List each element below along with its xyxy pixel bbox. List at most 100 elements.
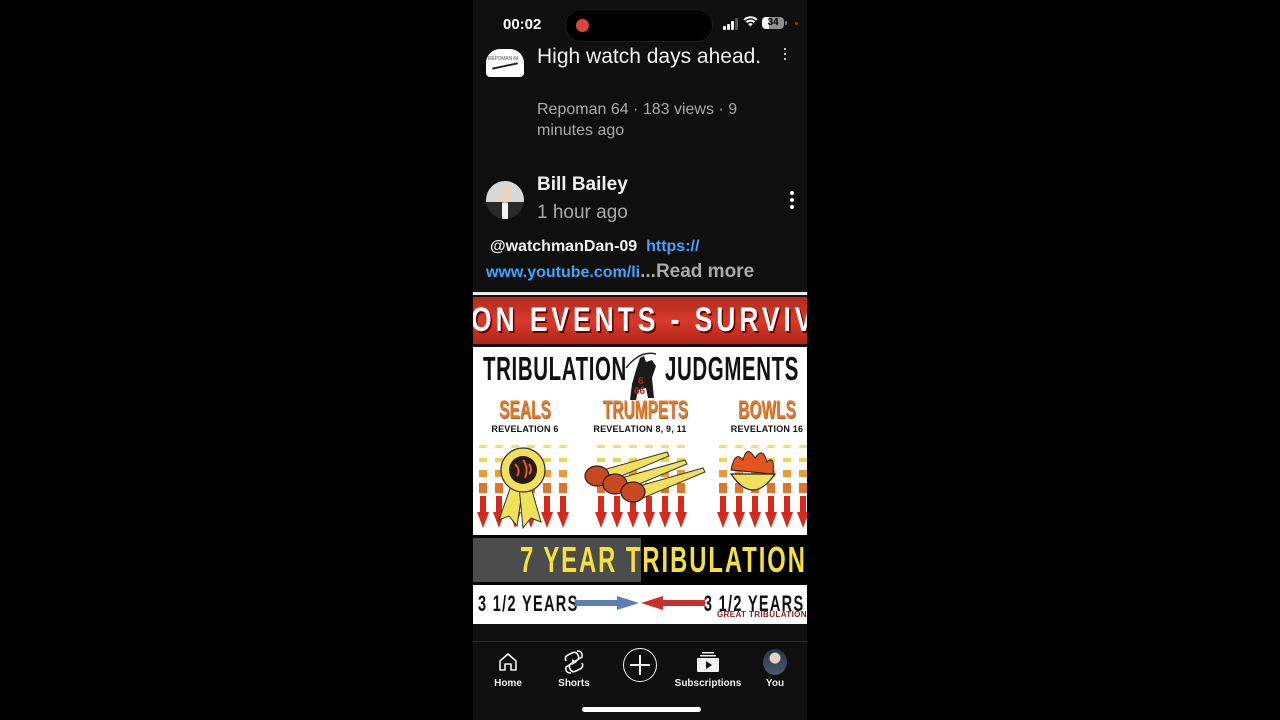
arrow-mark: [557, 512, 569, 528]
seals-heading: SEALS: [499, 396, 551, 424]
arrow-mark: [783, 483, 791, 493]
dynamic-island[interactable]: [565, 9, 713, 42]
arrow-mark: [767, 445, 775, 448]
arrow-mark: [597, 445, 605, 448]
arrow-mark: [752, 496, 758, 514]
video-more-options-icon[interactable]: [783, 48, 787, 62]
arrow-mark: [719, 470, 727, 477]
nav-shorts-label: Shorts: [558, 678, 590, 689]
arrow-mark: [784, 496, 790, 514]
arrow-mark: [629, 445, 637, 448]
arrow-mark: [661, 445, 669, 448]
trumpet-bell: [620, 481, 646, 503]
arrow-mark: [559, 458, 567, 462]
nav-subscriptions[interactable]: Subscriptions: [673, 648, 743, 689]
channel-avatar-graphic: [492, 62, 518, 70]
comment-attached-image[interactable]: ON EVENTS - SURVIV TRIBULATION 6 66 JUDG…: [473, 292, 807, 626]
comment: Bill Bailey 1 hour ago @watchmanDan-09 h…: [473, 172, 807, 287]
subscriptions-icon: [697, 652, 719, 672]
arrow-mark: [543, 483, 551, 493]
arrow-mark: [597, 458, 605, 462]
phone-screen: 00:02 34 REPOMAN 64 High watch days ahea…: [473, 0, 807, 720]
cellular-signal-icon: [723, 18, 739, 30]
arrow-mark: [799, 470, 807, 477]
nav-home-label: Home: [494, 678, 522, 689]
image-bottom-edge: [473, 624, 807, 626]
read-more-link[interactable]: Read more: [656, 261, 754, 282]
arrow-mark: [643, 512, 655, 528]
comment-author[interactable]: Bill Bailey: [537, 174, 628, 196]
arrow-mark: [783, 445, 791, 448]
arrow-mark: [768, 496, 774, 514]
comment-ellipsis: ...: [640, 261, 656, 282]
trumpets-reference: REVELATION 8, 9, 11: [593, 424, 687, 434]
arrow-mark: [627, 512, 639, 528]
arrow-mark: [496, 496, 502, 514]
comment-body: @watchmanDan-09 https:// www.youtube.com…: [486, 234, 797, 285]
tribulation-bar-text: 7 YEAR TRIBULATION: [520, 539, 807, 580]
comment-more-options-icon[interactable]: [789, 191, 795, 211]
arrow-mark: [527, 445, 535, 448]
video-meta: Repoman 64 · 183 views · 9 minutes ago: [537, 101, 738, 139]
arrow-mark: [479, 470, 487, 477]
arrow-mark: [662, 496, 668, 514]
home-icon: [499, 653, 517, 671]
arrow-mark: [765, 512, 777, 528]
comment-mention[interactable]: @watchmanDan-09: [490, 238, 637, 255]
arrow-mark: [495, 458, 503, 462]
arrow-mark: [544, 496, 550, 514]
arrow-mark: [480, 496, 486, 514]
nav-home[interactable]: Home: [473, 648, 543, 689]
video-title[interactable]: High watch days ahead.: [537, 44, 767, 70]
nav-you-label: You: [765, 678, 785, 689]
wifi-icon: [743, 15, 758, 30]
arrow-mark: [511, 445, 519, 448]
great-tribulation-label: GREAT TRIBULATION: [716, 610, 807, 619]
arrow-mark: [477, 512, 489, 528]
arrow-mark: [733, 512, 745, 528]
arrow-mark: [645, 445, 653, 448]
arrow-mark: [677, 483, 685, 493]
arrow-mark: [479, 458, 487, 462]
battery-icon: 34: [762, 17, 784, 29]
avatar: [763, 649, 787, 675]
arrow-mark: [560, 496, 566, 514]
nav-shorts[interactable]: Shorts: [539, 648, 609, 689]
arrow-mark: [495, 483, 503, 493]
arrow-mark: [611, 512, 623, 528]
arrow-mark: [646, 496, 652, 514]
tribulation-bar: 7 YEAR TRIBULATION: [473, 535, 807, 585]
bowl-flames: [730, 451, 774, 475]
commenter-avatar[interactable]: [486, 181, 524, 219]
home-indicator[interactable]: [582, 707, 701, 712]
status-bar: 00:02 34: [473, 0, 807, 46]
bowls-heading: BOWLS: [738, 396, 796, 424]
arrow-mark: [783, 470, 791, 477]
image-banner-text: ON EVENTS - SURVIV: [473, 301, 807, 339]
trumpets-heading: TRUMPETS: [602, 396, 689, 424]
video-list-item[interactable]: REPOMAN 64 High watch days ahead. Repoma…: [473, 42, 807, 152]
arrow-mark: [559, 470, 567, 477]
arrow-mark: [749, 512, 761, 528]
arrow-mark: [659, 512, 671, 528]
channel-avatar-label: REPOMAN 64: [488, 56, 519, 62]
arrow-mark: [717, 512, 729, 528]
arrow-mark: [613, 458, 621, 462]
comment-link-line2[interactable]: www.youtube.com/li: [486, 264, 640, 281]
nav-you[interactable]: You: [740, 648, 807, 689]
arrow-mark: [559, 445, 567, 448]
years-bar: 3 1/2 YEARS 3 1/2 YEARS GREAT TRIBULATIO…: [473, 587, 807, 623]
nav-subscriptions-label: Subscriptions: [674, 678, 742, 689]
create-plus-icon[interactable]: [623, 648, 657, 682]
shorts-icon: [564, 650, 584, 674]
arrow-mark: [719, 458, 727, 462]
arrow-mark: [598, 496, 604, 514]
arrow-mark: [719, 483, 727, 493]
arrow-mark: [613, 445, 621, 448]
arrow-mark: [675, 512, 687, 528]
arrow-mark: [735, 445, 743, 448]
comment-link-line1[interactable]: https://: [646, 238, 699, 255]
channel-avatar[interactable]: REPOMAN 64: [486, 49, 524, 77]
battery-percent: 34: [767, 17, 779, 28]
arrow-mark: [559, 483, 567, 493]
